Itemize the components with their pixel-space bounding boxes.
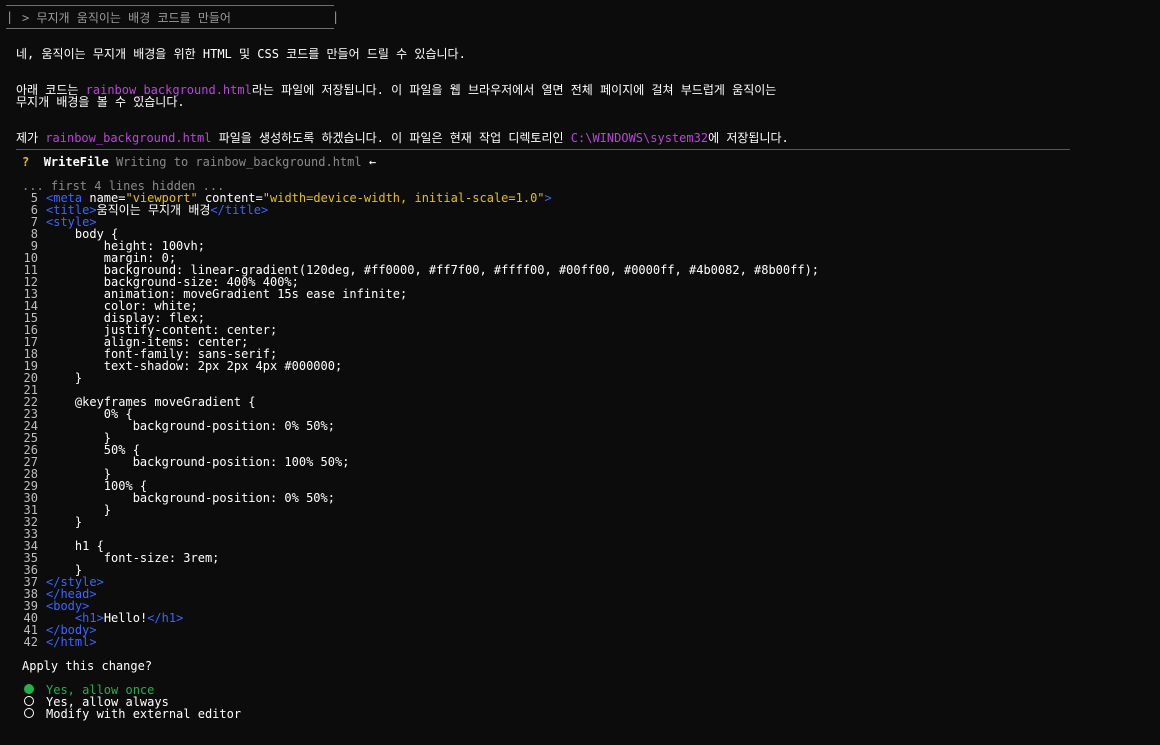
line-number: 42 [23,635,38,649]
prompt-box: | > 무지개 움직이는 배경 코드를 만들어 | [6,5,339,29]
code-token: </html [46,635,90,649]
tool-header: ? WriteFile Writing to rainbow_backgroun… [22,156,376,168]
code-token: } [46,515,83,529]
message-3-filename: rainbow_background.html [45,131,212,145]
code-token: </title [210,203,261,217]
code-line: 30 background-position: 0% 50%; [22,492,819,504]
code-line: 33 [22,528,819,540]
option-allow-once[interactable]: Yes, allow once [24,684,154,696]
code-token: > [260,203,269,217]
message-2-post: 라는 파일에 저장됩니다. 이 파일을 웹 브라우저에서 열면 전체 페이지에 … [251,83,777,97]
code-line: 32 } [22,516,819,528]
assistant-message-1: 네, 움직이는 무지개 배경을 위한 HTML 및 CSS 코드를 만들어 드릴… [16,48,466,60]
code-line: 42 </html> [22,636,819,648]
code-token: > [89,587,97,601]
code-token: 움직이는 무지개 배경 [96,203,211,217]
question-icon: ? [22,155,30,169]
radio-empty-icon [24,708,34,718]
message-3-mid: 파일을 생성하도록 하겠습니다. 이 파일은 현재 작업 디렉토리인 [211,131,571,145]
arrow-left-icon: ← [368,155,377,169]
code-line: 24 background-position: 0% 50%; [22,420,819,432]
message-3-path: C:\WINDOWS\system32 [570,131,709,145]
prompt-border-right: | [332,10,340,24]
message-2-line2-text: 무지개 배경을 볼 수 있습니다. [16,95,185,109]
message-1-text: 네, 움직이는 무지개 배경을 위한 HTML 및 CSS 코드를 만들어 드릴… [16,47,466,61]
code-line: 27 background-position: 100% 50%; [22,456,819,468]
code-line: 31 } [22,504,819,516]
message-3-post: 에 저장됩니다. [708,131,789,145]
code-token: "width=device-width, initial-scale=1.0" [262,191,545,205]
message-3-pre: 제가 [16,131,46,145]
code-line: 20 } [22,372,819,384]
assistant-message-2-line2: 무지개 배경을 볼 수 있습니다. [16,96,185,108]
code-line: 35 font-size: 3rem; [22,552,819,564]
option-modify-external-editor[interactable]: Modify with external editor [24,708,241,720]
code-token: } [46,371,83,385]
code-token: text-shadow: 2px 2px 4px #000000; [46,359,343,373]
option-label: Modify with external editor [46,707,242,721]
radio-empty-icon [24,696,34,706]
code-line: 38 </head> [22,588,819,600]
code-token: > [544,191,552,205]
code-token: > [89,635,97,649]
code-line: 22 @keyframes moveGradient { [22,396,819,408]
tool-description: Writing to rainbow_background.html [115,155,362,169]
tool-name: WriteFile [43,155,109,169]
code-line: 6 <title>움직이는 무지개 배경</title> [22,204,819,216]
code-line: 41 </body> [22,624,819,636]
radio-selected-icon [24,684,34,694]
code-token: > [96,575,104,589]
code-line: 37 </style> [22,576,819,588]
apply-question: Apply this change? [22,659,153,673]
code-token: </h1 [147,611,177,625]
code-token: > [176,611,184,625]
code-line: 19 text-shadow: 2px 2px 4px #000000; [22,360,819,372]
code-line: 25 } [22,432,819,444]
option-allow-always[interactable]: Yes, allow always [24,696,169,708]
prompt-text: > 무지개 움직이는 배경 코드를 만들어 [22,11,231,25]
code-token: Hello! [103,611,148,625]
code-line: 36 } [22,564,819,576]
code-line: 7 <style> [22,216,819,228]
prompt-border-left: | [6,10,14,24]
assistant-message-3: 제가 rainbow_background.html 파일을 생성하도록 하겠습… [16,132,789,144]
tool-divider [16,149,1070,150]
code-diff-block: 5 <meta name="viewport" content="width=de… [22,191,820,648]
code-token: > [96,611,104,625]
code-line: 40 <h1>Hello!</h1> [22,612,819,624]
